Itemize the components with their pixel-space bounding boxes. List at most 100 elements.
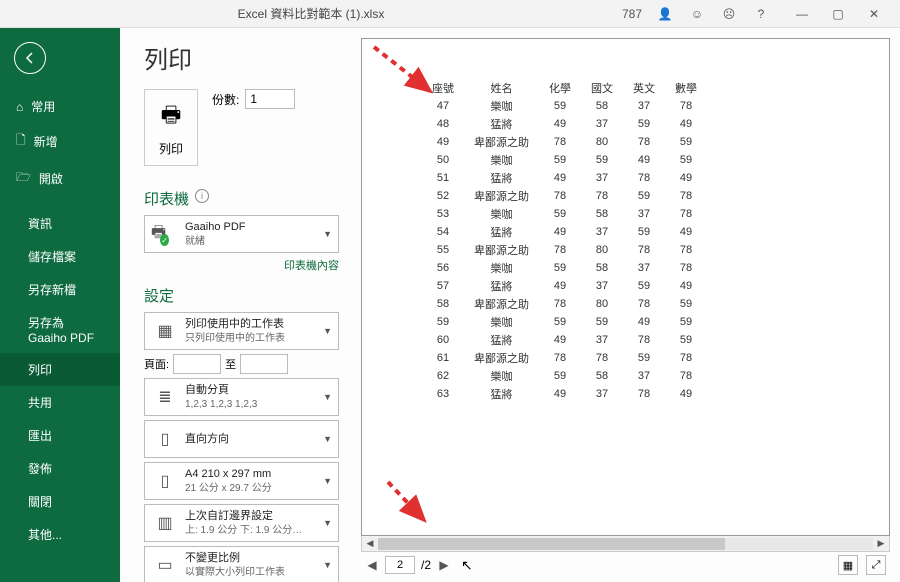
- printer-icon: 🖶: [161, 98, 182, 136]
- next-page-button[interactable]: ▶: [437, 558, 451, 572]
- backstage-sidebar: ⌂ 常用 🗋新增 🗁 開啟資訊儲存檔案另存新檔另存為 Gaaiho PDF 列印共用匯出發…: [0, 28, 120, 582]
- sidebar-item-9[interactable]: 匯出: [0, 419, 120, 452]
- scaling-selector[interactable]: ▭ 不變更比例 以實際大小列印工作表 ▼: [144, 546, 339, 582]
- chevron-down-icon: ▼: [323, 392, 332, 402]
- table-header: 英文: [623, 79, 665, 97]
- margins-icon: ▥: [151, 509, 179, 537]
- preview-pager: ◀ /2 ▶ ↖ ▦ ⤢: [361, 552, 890, 578]
- print-scope-selector[interactable]: ▦ 列印使用中的工作表 只列印使用中的工作表 ▼: [144, 312, 339, 350]
- pages-from-input[interactable]: [173, 354, 221, 374]
- sidebar-item-label: 常用: [31, 98, 55, 115]
- sidebar-item-label: 發佈: [28, 460, 52, 477]
- sidebar-item-0[interactable]: ⌂ 常用: [0, 90, 120, 123]
- preview-table: 座號姓名化學國文英文數學 47樂咖5958377848猛將4937594949卑…: [422, 79, 707, 403]
- scaling-l2: 以實際大小列印工作表: [185, 566, 332, 579]
- page-total: /2: [421, 558, 431, 572]
- collate-l2: 1,2,3 1,2,3 1,2,3: [185, 398, 332, 411]
- info-icon[interactable]: i: [195, 189, 209, 203]
- sidebar-item-8[interactable]: 共用: [0, 386, 120, 419]
- back-button[interactable]: [14, 42, 46, 74]
- print-preview-panel: 座號姓名化學國文英文數學 47樂咖5958377848猛將4937594949卑…: [355, 28, 900, 582]
- titlebar-number: 787: [622, 7, 642, 21]
- scaling-icon: ▭: [151, 551, 179, 579]
- sidebar-item-3[interactable]: 資訊: [0, 207, 120, 240]
- margins-selector[interactable]: ▥ 上次自訂邊界設定 上: 1.9 公分 下: 1.9 公分… ▼: [144, 504, 339, 542]
- minimize-button[interactable]: —: [784, 0, 820, 28]
- sad-icon[interactable]: ☹: [720, 5, 738, 23]
- sidebar-item-12[interactable]: 其他...: [0, 518, 120, 551]
- table-row: 49卑鄙源之助78807859: [422, 133, 707, 151]
- sidebar-item-1[interactable]: 🗋新增: [0, 123, 120, 160]
- table-row: 47樂咖59583778: [422, 97, 707, 115]
- sidebar-item-label: 儲存檔案: [28, 248, 76, 265]
- pages-to-input[interactable]: [240, 354, 288, 374]
- copies-input[interactable]: [245, 89, 295, 109]
- prev-page-button[interactable]: ◀: [365, 558, 379, 572]
- scaling-l1: 不變更比例: [185, 551, 332, 565]
- table-row: 62樂咖59583778: [422, 367, 707, 385]
- table-row: 58卑鄙源之助78807859: [422, 295, 707, 313]
- maximize-button[interactable]: ▢: [820, 0, 856, 28]
- sidebar-item-label: 另存新檔: [28, 281, 76, 298]
- chevron-down-icon: ▼: [323, 326, 332, 336]
- sidebar-item-label: 匯出: [28, 427, 52, 444]
- scope-l2: 只列印使用中的工作表: [185, 332, 332, 345]
- window-title: Excel 資料比對範本 (1).xlsx: [0, 5, 622, 22]
- user-icon[interactable]: 👤: [656, 5, 674, 23]
- print-settings-panel: 列印 🖶 列印 份數: 印表機 i 🖶✓ Gaaiho PDF: [120, 28, 355, 582]
- collate-selector[interactable]: ≣ 自動分頁 1,2,3 1,2,3 1,2,3 ▼: [144, 378, 339, 416]
- orient-l1: 直向方向: [185, 432, 332, 446]
- collate-icon: ≣: [151, 383, 179, 411]
- scope-l1: 列印使用中的工作表: [185, 317, 332, 331]
- portrait-icon: ▯: [151, 425, 179, 453]
- sidebar-item-label: 開啟: [39, 170, 63, 187]
- page-number-input[interactable]: [385, 556, 415, 574]
- preview-horizontal-scrollbar[interactable]: ◀ ▶: [361, 536, 890, 552]
- scroll-left-icon[interactable]: ◀: [362, 538, 378, 549]
- printer-properties-link[interactable]: 印表機內容: [144, 257, 339, 273]
- close-button[interactable]: ✕: [856, 0, 892, 28]
- sidebar-item-7[interactable]: 列印: [0, 353, 120, 386]
- print-button-label: 列印: [159, 140, 183, 157]
- scroll-right-icon[interactable]: ▶: [873, 538, 889, 549]
- settings-section-heading: 設定: [144, 285, 339, 306]
- collate-l1: 自動分頁: [185, 383, 332, 397]
- sidebar-item-label: 另存為 Gaaiho PDF: [28, 314, 104, 345]
- page-title: 列印: [144, 40, 339, 75]
- chevron-down-icon: ▼: [323, 476, 332, 486]
- table-row: 61卑鄙源之助78785978: [422, 349, 707, 367]
- zoom-to-page-button[interactable]: ⤢: [866, 555, 886, 575]
- open-icon: 🗁: [16, 168, 31, 189]
- sidebar-item-10[interactable]: 發佈: [0, 452, 120, 485]
- copies-label: 份數:: [212, 91, 239, 108]
- show-margins-button[interactable]: ▦: [838, 555, 858, 575]
- print-button[interactable]: 🖶 列印: [144, 89, 198, 166]
- sidebar-item-6[interactable]: 另存為 Gaaiho PDF: [0, 306, 120, 353]
- printer-status: 就緒: [185, 235, 332, 248]
- paper-l1: A4 210 x 297 mm: [185, 467, 332, 481]
- pages-label: 頁面:: [144, 356, 169, 372]
- pages-to-label: 至: [225, 356, 236, 372]
- orientation-selector[interactable]: ▯ 直向方向 ▼: [144, 420, 339, 458]
- table-row: 63猛將49377849: [422, 385, 707, 403]
- sidebar-item-2[interactable]: 🗁 開啟: [0, 160, 120, 197]
- table-row: 59樂咖59594959: [422, 313, 707, 331]
- table-header: 化學: [539, 79, 581, 97]
- home-icon: ⌂: [16, 100, 23, 114]
- sidebar-item-11[interactable]: 關閉: [0, 485, 120, 518]
- sidebar-item-label: 共用: [28, 394, 52, 411]
- back-arrow-icon: [23, 51, 37, 65]
- paper-l2: 21 公分 x 29.7 公分: [185, 482, 332, 495]
- chevron-down-icon: ▼: [323, 518, 332, 528]
- annotation-arrow-bottom: [382, 478, 442, 533]
- sidebar-item-5[interactable]: 另存新檔: [0, 273, 120, 306]
- table-row: 52卑鄙源之助78785978: [422, 187, 707, 205]
- smile-icon[interactable]: ☺: [688, 5, 706, 23]
- help-icon[interactable]: ?: [752, 5, 770, 23]
- table-row: 56樂咖59583778: [422, 259, 707, 277]
- chevron-down-icon: ▼: [323, 434, 332, 444]
- paper-size-selector[interactable]: ▯ A4 210 x 297 mm 21 公分 x 29.7 公分 ▼: [144, 462, 339, 500]
- sidebar-item-4[interactable]: 儲存檔案: [0, 240, 120, 273]
- printer-selector[interactable]: 🖶✓ Gaaiho PDF 就緒 ▼: [144, 215, 339, 253]
- chevron-down-icon: ▼: [323, 560, 332, 570]
